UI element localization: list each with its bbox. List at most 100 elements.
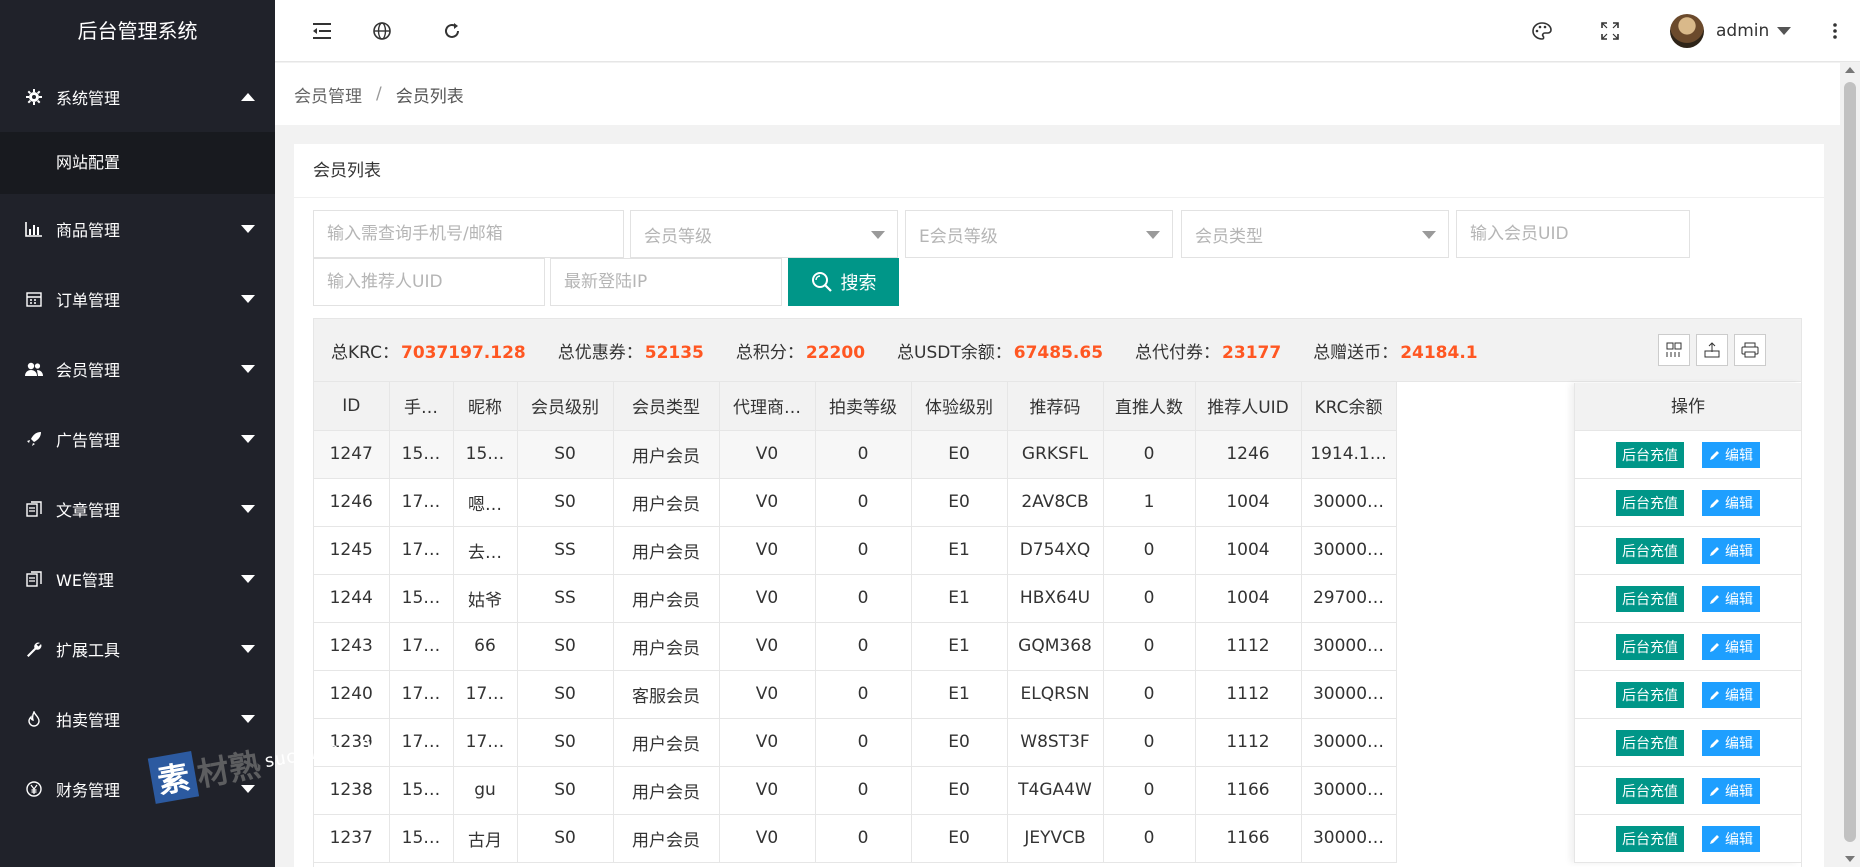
chevron-down-icon: [241, 715, 255, 723]
table-cell: 1914.1…: [1301, 430, 1397, 479]
table-cell: E1: [911, 622, 1008, 671]
column-header[interactable]: 会员级别: [517, 382, 614, 431]
sidebar-item-5[interactable]: 文章管理: [0, 474, 275, 544]
column-header[interactable]: 体验级别: [911, 382, 1008, 431]
column-header[interactable]: 推荐人UID: [1195, 382, 1302, 431]
submenu-item-site-config[interactable]: 网站配置: [0, 132, 275, 194]
search-button[interactable]: 搜索: [788, 258, 899, 306]
pencil-icon: [1709, 497, 1721, 509]
ops-row: 后台充值 编辑: [1575, 719, 1801, 767]
sidebar-item-0[interactable]: 系统管理: [0, 62, 275, 132]
sidebar-item-3[interactable]: 会员管理: [0, 334, 275, 404]
breadcrumb-parent[interactable]: 会员管理: [294, 82, 362, 107]
sidebar: 后台管理系统 系统管理 网站配置 商品管理 订单管理 会员管理 广告管理 文章管理 WE管理扩…: [0, 0, 275, 867]
column-header[interactable]: 代理商…: [719, 382, 816, 431]
table-cell: 15…: [389, 814, 454, 863]
edit-button[interactable]: 编辑: [1702, 681, 1760, 708]
print-icon[interactable]: [1734, 334, 1766, 366]
column-header[interactable]: 拍卖等级: [815, 382, 912, 431]
column-header[interactable]: KRC余额: [1301, 382, 1397, 431]
theme-palette-icon[interactable]: [1530, 19, 1554, 43]
sidebar-item-9[interactable]: 财务管理: [0, 754, 275, 824]
recharge-button[interactable]: 后台充值: [1616, 729, 1684, 756]
export-icon[interactable]: [1696, 334, 1728, 366]
edit-button[interactable]: 编辑: [1702, 825, 1760, 852]
table-row[interactable]: 1237 15… 古月 S0 用户会员 V0 0 E0 JEYVCB 0 1166 30000…: [314, 814, 1397, 863]
page-scrollbar[interactable]: [1840, 62, 1860, 867]
table-cell: 1246: [314, 478, 390, 527]
globe-icon[interactable]: [370, 19, 394, 43]
member-uid-input[interactable]: [1456, 210, 1690, 258]
column-header[interactable]: 昵称: [453, 382, 518, 431]
column-header[interactable]: 推荐码: [1007, 382, 1104, 431]
table-row[interactable]: 1240 17… 17… S0 客服会员 V0 0 E1 ELQRSN 0 1112 30000…: [314, 670, 1397, 719]
referrer-uid-input[interactable]: [313, 258, 545, 306]
columns-filter-icon[interactable]: [1658, 334, 1690, 366]
table-row[interactable]: 1239 17… 17… S0 用户会员 V0 0 E0 W8ST3F 0 1112 30000…: [314, 718, 1397, 767]
scroll-down-icon[interactable]: [1845, 856, 1855, 862]
login-ip-input[interactable]: [550, 258, 782, 306]
recharge-button[interactable]: 后台充值: [1616, 537, 1684, 564]
sidebar-item-7[interactable]: 扩展工具: [0, 614, 275, 684]
column-header[interactable]: 直推人数: [1103, 382, 1196, 431]
edit-button[interactable]: 编辑: [1702, 729, 1760, 756]
table-row[interactable]: 1244 15… 姑爷 SS 用户会员 V0 0 E1 HBX64U 0 1004 29700…: [314, 574, 1397, 623]
recharge-button[interactable]: 后台充值: [1616, 441, 1684, 468]
recharge-button[interactable]: 后台充值: [1616, 681, 1684, 708]
sidebar-item-1[interactable]: 商品管理: [0, 194, 275, 264]
more-vertical-icon[interactable]: [1823, 19, 1847, 43]
edit-button-label: 编辑: [1725, 830, 1753, 847]
member-type-placeholder: 会员类型: [1195, 226, 1263, 247]
refresh-icon[interactable]: [440, 19, 464, 43]
table-row[interactable]: 1243 17… 66 S0 用户会员 V0 0 E1 GQM368 0 1112 30000…: [314, 622, 1397, 671]
scroll-up-icon[interactable]: [1845, 67, 1855, 73]
edit-button[interactable]: 编辑: [1702, 585, 1760, 612]
member-list-card: 会员列表 会员等级 E会员等级 会员类型 搜索 总KRC：7037197.128…: [294, 144, 1824, 867]
e-member-level-select[interactable]: E会员等级: [905, 210, 1173, 258]
member-type-select[interactable]: 会员类型: [1181, 210, 1449, 258]
sidebar-item-6[interactable]: WE管理: [0, 544, 275, 614]
recharge-button[interactable]: 后台充值: [1616, 825, 1684, 852]
table-row[interactable]: 1238 15… gu S0 用户会员 V0 0 E0 T4GA4W 0 1166 30000…: [314, 766, 1397, 815]
table-cell: 0: [815, 574, 912, 623]
table-cell: D754XQ: [1007, 526, 1104, 575]
phone-email-input[interactable]: [313, 210, 624, 258]
sidebar-item-label: 文章管理: [56, 501, 121, 520]
table-cell: 0: [815, 670, 912, 719]
edit-button[interactable]: 编辑: [1702, 777, 1760, 804]
column-header[interactable]: 会员类型: [613, 382, 720, 431]
scrollbar-thumb[interactable]: [1844, 82, 1856, 842]
pencil-icon: [1709, 833, 1721, 845]
table-header-row: ID 手… 昵称 会员级别 会员类型 代理商… 拍卖等级 体验级别 推荐码 直推人数 推荐人UID K…: [314, 382, 1397, 431]
sidebar-submenu: 网站配置: [0, 132, 275, 194]
column-header[interactable]: ID: [314, 382, 390, 431]
sidebar-item-8[interactable]: 拍卖管理: [0, 684, 275, 754]
recharge-button[interactable]: 后台充值: [1616, 585, 1684, 612]
table-cell: 30000…: [1301, 718, 1397, 767]
table-cell: 0: [1103, 814, 1196, 863]
stat-value: 52135: [644, 342, 704, 363]
stat-label: 总KRC：: [331, 342, 399, 363]
chevron-down-icon: [1422, 231, 1436, 239]
table-row[interactable]: 1245 17… 去… SS 用户会员 V0 0 E1 D754XQ 0 1004 30000…: [314, 526, 1397, 575]
menu-collapse-icon[interactable]: [310, 19, 334, 43]
edit-button[interactable]: 编辑: [1702, 633, 1760, 660]
edit-button[interactable]: 编辑: [1702, 537, 1760, 564]
fullscreen-icon[interactable]: [1598, 19, 1622, 43]
edit-button[interactable]: 编辑: [1702, 441, 1760, 468]
stat-label: 总优惠券：: [557, 342, 643, 363]
sidebar-item-2[interactable]: 订单管理: [0, 264, 275, 334]
table-cell: 0: [815, 478, 912, 527]
table-cell: 用户会员: [613, 574, 720, 623]
chevron-down-icon: [241, 435, 255, 443]
recharge-button[interactable]: 后台充值: [1616, 489, 1684, 516]
sidebar-item-4[interactable]: 广告管理: [0, 404, 275, 474]
table-row[interactable]: 1247 15… 15… S0 用户会员 V0 0 E0 GRKSFL 0 1246 1914.1…: [314, 430, 1397, 479]
table-row[interactable]: 1246 17… 嗯… S0 用户会员 V0 0 E0 2AV8CB 1 1004 30000…: [314, 478, 1397, 527]
user-menu[interactable]: admin: [1670, 13, 1792, 49]
recharge-button[interactable]: 后台充值: [1616, 777, 1684, 804]
column-header[interactable]: 手…: [389, 382, 454, 431]
recharge-button[interactable]: 后台充值: [1616, 633, 1684, 660]
member-level-select[interactable]: 会员等级: [630, 210, 898, 258]
edit-button[interactable]: 编辑: [1702, 489, 1760, 516]
